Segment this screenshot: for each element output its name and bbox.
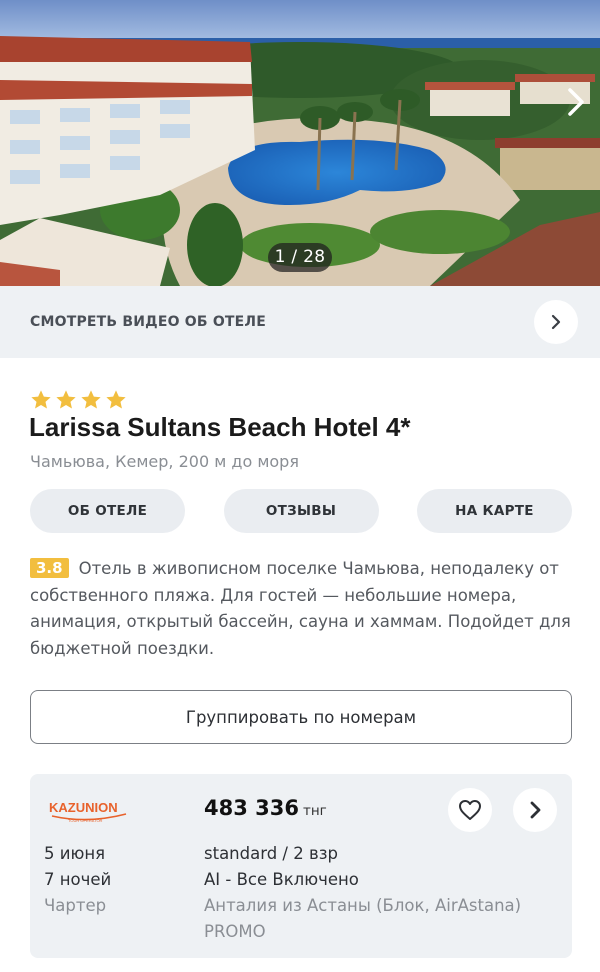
- offer-room: standard / 2 взр: [204, 844, 338, 863]
- star-icon: [31, 390, 51, 409]
- offer-meal: AI - Все Включено: [204, 870, 359, 889]
- operator-logo-subtext: TOUR OPERATOR: [68, 818, 103, 823]
- price-currency: тнг: [302, 803, 327, 819]
- video-link-arrow-button[interactable]: [534, 300, 578, 344]
- heart-icon: [459, 800, 481, 820]
- tab-reviews[interactable]: ОТЗЫВЫ: [223, 489, 379, 533]
- tab-map[interactable]: НА КАРТЕ: [417, 489, 572, 533]
- hotel-description-text: Отель в живописном поселке Чамьюва, непо…: [30, 559, 571, 658]
- offer-date: 5 июня: [44, 844, 106, 863]
- offer-nights: 7 ночей: [44, 870, 112, 889]
- star-icon: [106, 390, 126, 409]
- photo-counter: 1 / 28: [268, 243, 332, 272]
- group-by-rooms-button[interactable]: Группировать по номерам: [30, 690, 572, 744]
- offer-dates: 5 июня 7 ночей Чартер: [44, 841, 111, 919]
- hotel-location: Чамьюва, Кемер, 200 м до моря: [30, 452, 299, 471]
- offer-price: 483 336 тнг: [204, 796, 327, 820]
- offer-route: Анталия из Астаны (Блок, AirAstana) PROM…: [204, 896, 522, 941]
- video-link-label: СМОТРЕТЬ ВИДЕО ОБ ОТЕЛЕ: [30, 314, 267, 330]
- star-icon: [81, 390, 101, 409]
- offer-details: standard / 2 взр AI - Все Включено Антал…: [204, 841, 544, 945]
- operator-logo: KAZUNION TOUR OPERATOR: [49, 800, 127, 823]
- hotel-description: 3.8 Отель в живописном поселке Чамьюва, н…: [30, 556, 575, 662]
- gallery-next-button[interactable]: [564, 84, 588, 120]
- offer-details-button[interactable]: [513, 788, 557, 832]
- tab-about-hotel[interactable]: ОБ ОТЕЛЕ: [30, 489, 185, 533]
- star-icon: [56, 390, 76, 409]
- hotel-photo-gallery[interactable]: 1 / 28: [0, 0, 600, 286]
- chevron-right-icon: [530, 801, 541, 819]
- favorite-button[interactable]: [448, 788, 492, 832]
- hotel-star-rating: [30, 389, 127, 411]
- chevron-right-icon: [568, 88, 584, 116]
- operator-logo-text: KAZUNION: [49, 800, 118, 815]
- price-value: 483 336: [204, 796, 299, 820]
- hotel-video-link[interactable]: СМОТРЕТЬ ВИДЕО ОБ ОТЕЛЕ: [0, 286, 600, 358]
- offer-flight-type: Чартер: [44, 896, 107, 915]
- chevron-right-icon: [551, 314, 561, 330]
- hotel-section-tabs: ОБ ОТЕЛЕ ОТЗЫВЫ НА КАРТЕ: [30, 489, 572, 533]
- hotel-name: Larissa Sultans Beach Hotel 4*: [29, 412, 411, 442]
- rating-badge: 3.8: [30, 558, 69, 578]
- tour-offer-card[interactable]: KAZUNION TOUR OPERATOR 483 336 тнг 5 июня…: [30, 774, 572, 958]
